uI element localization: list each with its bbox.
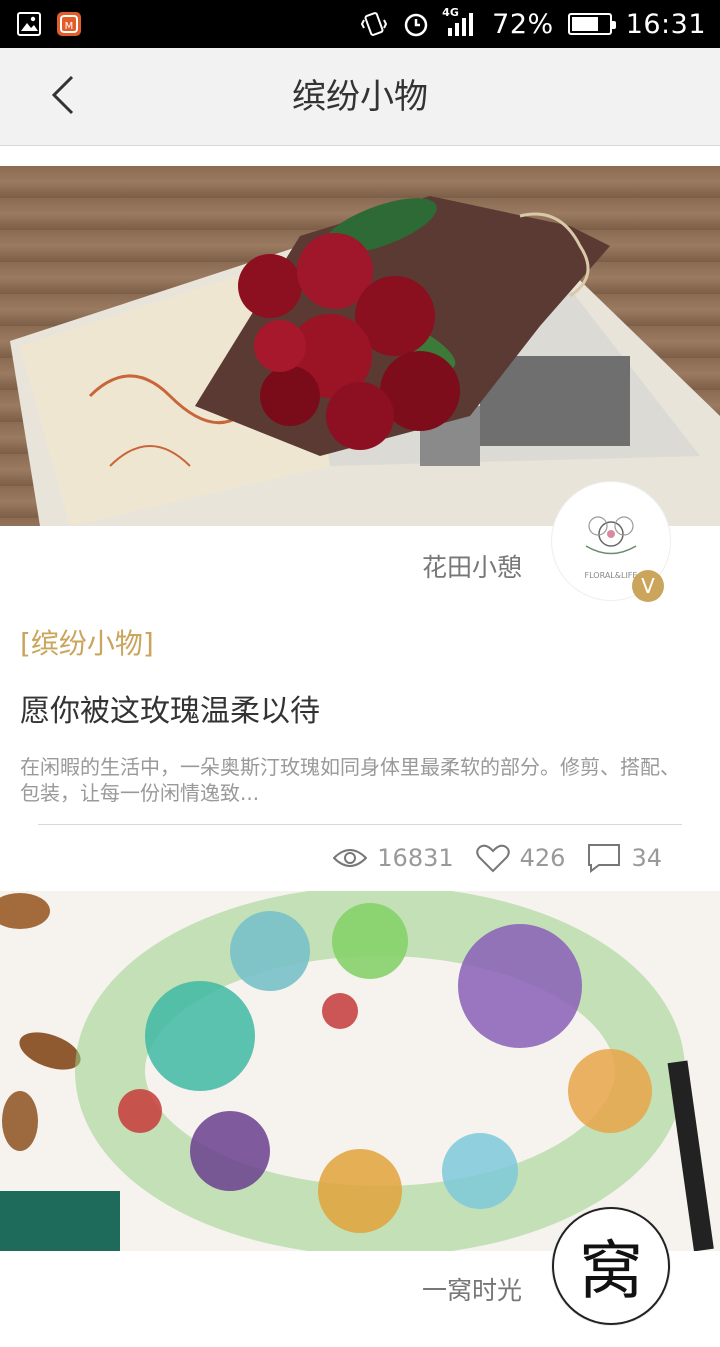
vibrate-icon bbox=[360, 10, 388, 38]
stats-row: 16831 426 34 bbox=[0, 825, 720, 891]
views-count: 16831 bbox=[377, 844, 454, 872]
eye-icon bbox=[333, 846, 368, 870]
author-name[interactable]: 花田小憩 bbox=[422, 548, 522, 584]
article-title[interactable]: 愿你被这玫瑰温柔以待 bbox=[20, 686, 720, 730]
svg-text:M: M bbox=[65, 21, 74, 32]
status-bar: M 4G 72% 16:31 bbox=[0, 0, 720, 48]
alarm-icon bbox=[402, 10, 430, 38]
clock: 16:31 bbox=[625, 8, 706, 40]
avatar-text: 窝 bbox=[579, 1235, 643, 1309]
author-row: 一窝时光 窝 bbox=[0, 1207, 720, 1347]
succulent-wreath-image[interactable] bbox=[0, 891, 720, 1251]
article-feed: 花田小憩 FLORAL&LIFE V [缤纷小物] 愿你被这玫瑰温柔以待 在闲暇… bbox=[0, 166, 720, 1347]
page-title: 缤纷小物 bbox=[292, 77, 428, 117]
image-icon bbox=[16, 11, 42, 37]
app-logo-icon: M bbox=[56, 11, 82, 37]
heart-icon bbox=[475, 843, 510, 873]
author-row: 花田小憩 FLORAL&LIFE V bbox=[0, 482, 720, 622]
article-card[interactable]: 一窝时光 窝 bbox=[0, 891, 720, 1347]
article-card[interactable]: 花田小憩 FLORAL&LIFE V [缤纷小物] 愿你被这玫瑰温柔以待 在闲暇… bbox=[0, 166, 720, 891]
signal-icon: 4G bbox=[442, 6, 478, 38]
article-description: 在闲暇的生活中，一朵奥斯汀玫瑰如同身体里最柔软的部分。修剪、搭配、包装，让每一份… bbox=[20, 755, 680, 805]
network-type-label: 4G bbox=[442, 6, 459, 19]
likes-count: 426 bbox=[519, 844, 566, 872]
avatar[interactable]: 窝 bbox=[552, 1207, 670, 1325]
battery-icon bbox=[567, 13, 616, 35]
author-name[interactable]: 一窝时光 bbox=[422, 1271, 522, 1307]
battery-percent: 72% bbox=[492, 8, 554, 40]
verified-badge: V bbox=[632, 570, 664, 602]
category-tag[interactable]: [缤纷小物] bbox=[20, 622, 720, 662]
avatar-text: FLORAL&LIFE bbox=[585, 571, 638, 580]
app-header: 缤纷小物 bbox=[0, 48, 720, 146]
likes-stat[interactable]: 426 bbox=[475, 843, 566, 873]
comments-count: 34 bbox=[631, 844, 662, 872]
views-stat: 16831 bbox=[333, 844, 454, 872]
roses-bouquet-image[interactable] bbox=[0, 166, 720, 526]
comment-icon bbox=[587, 843, 621, 873]
comments-stat[interactable]: 34 bbox=[587, 843, 662, 873]
